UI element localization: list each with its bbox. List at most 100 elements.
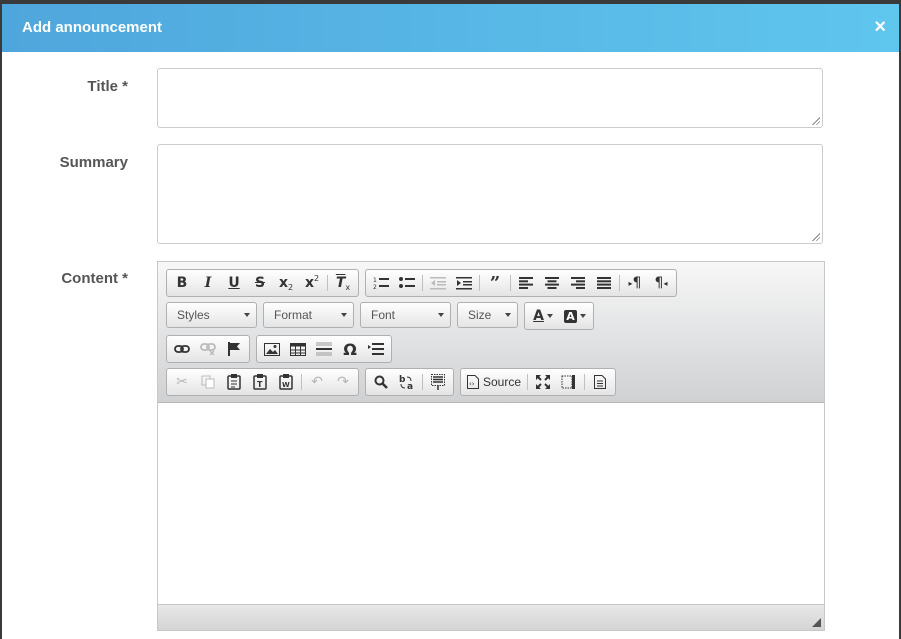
separator	[584, 374, 586, 390]
unlink-icon[interactable]	[195, 338, 221, 360]
image-icon[interactable]	[259, 338, 285, 360]
colors-group: A A	[524, 302, 594, 330]
title-label: Title *	[87, 78, 128, 95]
font-dropdown[interactable]: Font	[360, 302, 451, 328]
editor-toolbar: B I U S x2 x2 Tx 12 ” ▸ ¶ ¶ ◂ Styles For…	[158, 262, 824, 403]
bulleted-list-icon[interactable]	[394, 272, 420, 294]
editor-content-area[interactable]	[158, 403, 824, 603]
toolbar-row-3: Ω	[166, 335, 392, 363]
resize-corner-icon[interactable]	[812, 618, 821, 627]
chevron-down-icon	[438, 313, 444, 317]
paste-text-icon[interactable]: T	[247, 371, 273, 393]
dialog-title: Add announcement	[22, 19, 163, 36]
text-color-icon[interactable]: A	[527, 305, 559, 327]
remove-format-icon[interactable]: Tx	[330, 272, 356, 294]
align-center-icon[interactable]	[539, 272, 565, 294]
source-button-label: Source	[483, 375, 522, 389]
table-icon[interactable]	[285, 338, 311, 360]
superscript-icon[interactable]: x2	[299, 272, 325, 294]
links-group	[166, 335, 250, 363]
underline-icon[interactable]: U	[221, 272, 247, 294]
resize-grip-icon[interactable]	[812, 117, 820, 125]
preview-icon[interactable]	[587, 371, 613, 393]
strikethrough-icon[interactable]: S	[247, 272, 273, 294]
svg-text:W: W	[282, 381, 290, 389]
svg-text:T: T	[257, 380, 263, 389]
separator	[422, 374, 423, 390]
chevron-down-icon	[505, 313, 511, 317]
size-dropdown[interactable]: Size	[457, 302, 518, 328]
dialog-header: Add announcement ×	[2, 4, 899, 52]
clipboard-group: ✂ T W ↶ ↷	[166, 368, 359, 396]
special-character-icon[interactable]: Ω	[337, 338, 363, 360]
title-field[interactable]	[157, 68, 823, 128]
format-dropdown-label: Format	[274, 308, 313, 322]
subscript-icon[interactable]: x2	[273, 272, 299, 294]
undo-icon[interactable]: ↶	[304, 371, 330, 393]
chevron-down-icon	[244, 313, 250, 317]
find-icon[interactable]	[368, 371, 394, 393]
svg-text:b: b	[399, 375, 406, 385]
blockquote-icon[interactable]: ”	[482, 272, 508, 294]
separator	[510, 275, 511, 291]
separator	[619, 275, 620, 291]
link-icon[interactable]	[169, 338, 195, 360]
svg-text:2: 2	[373, 284, 377, 290]
resize-grip-icon[interactable]	[812, 233, 820, 241]
source-button[interactable]: ‹› Source	[463, 371, 525, 393]
increase-indent-icon[interactable]	[451, 272, 477, 294]
editor-status-bar	[158, 604, 824, 630]
paste-icon[interactable]	[221, 371, 247, 393]
page-break-icon[interactable]	[363, 338, 389, 360]
insert-group: Ω	[256, 335, 392, 363]
close-icon[interactable]: ×	[874, 16, 886, 38]
summary-label: Summary	[59, 154, 128, 171]
svg-text:1: 1	[373, 277, 377, 284]
select-all-icon[interactable]	[425, 371, 451, 393]
editing-group: ba	[365, 368, 454, 396]
replace-icon[interactable]: ba	[394, 371, 420, 393]
background-color-icon[interactable]: A	[559, 305, 591, 327]
text-direction-ltr-icon[interactable]: ▸ ¶	[622, 272, 648, 294]
separator	[301, 374, 302, 390]
separator	[479, 275, 480, 291]
cut-icon[interactable]: ✂	[169, 371, 195, 393]
font-dropdown-label: Font	[371, 308, 396, 322]
paragraph-group: 12 ” ▸ ¶ ¶ ◂	[365, 269, 677, 297]
italic-icon[interactable]: I	[195, 272, 221, 294]
show-blocks-icon[interactable]	[556, 371, 582, 393]
content-label: Content *	[61, 270, 128, 287]
chevron-down-icon	[341, 313, 347, 317]
anchor-flag-icon[interactable]	[221, 338, 247, 360]
add-announcement-dialog: Add announcement × Title * Summary Conte…	[2, 4, 899, 639]
source-icon: ‹›	[467, 375, 479, 389]
numbered-list-icon[interactable]: 12	[368, 272, 394, 294]
styles-dropdown[interactable]: Styles	[166, 302, 257, 328]
decrease-indent-icon[interactable]	[425, 272, 451, 294]
horizontal-line-icon[interactable]	[311, 338, 337, 360]
toolbar-row-2: Styles Format Font Size A A	[166, 302, 594, 330]
summary-field[interactable]	[157, 144, 823, 244]
justify-icon[interactable]	[591, 272, 617, 294]
separator	[422, 275, 423, 291]
svg-text:‹›: ‹›	[469, 380, 475, 388]
text-direction-rtl-icon[interactable]: ¶ ◂	[648, 272, 674, 294]
rich-text-editor: B I U S x2 x2 Tx 12 ” ▸ ¶ ¶ ◂ Styles For…	[157, 261, 825, 631]
paste-from-word-icon[interactable]: W	[273, 371, 299, 393]
format-dropdown[interactable]: Format	[263, 302, 354, 328]
copy-icon[interactable]	[195, 371, 221, 393]
toolbar-row-1: B I U S x2 x2 Tx 12 ” ▸ ¶ ¶ ◂	[166, 269, 677, 297]
svg-text:a: a	[407, 382, 413, 390]
size-dropdown-label: Size	[468, 308, 492, 322]
bold-icon[interactable]: B	[169, 272, 195, 294]
separator	[327, 275, 328, 291]
align-left-icon[interactable]	[513, 272, 539, 294]
separator	[527, 374, 529, 390]
align-right-icon[interactable]	[565, 272, 591, 294]
toolbar-row-4: ✂ T W ↶ ↷ b a ‹› Source	[166, 368, 617, 396]
maximize-icon[interactable]	[530, 371, 556, 393]
basic-styles-group: B I U S x2 x2 Tx	[166, 269, 359, 297]
styles-dropdown-label: Styles	[177, 308, 210, 322]
document-group: ‹› Source	[460, 368, 617, 396]
redo-icon[interactable]: ↷	[330, 371, 356, 393]
